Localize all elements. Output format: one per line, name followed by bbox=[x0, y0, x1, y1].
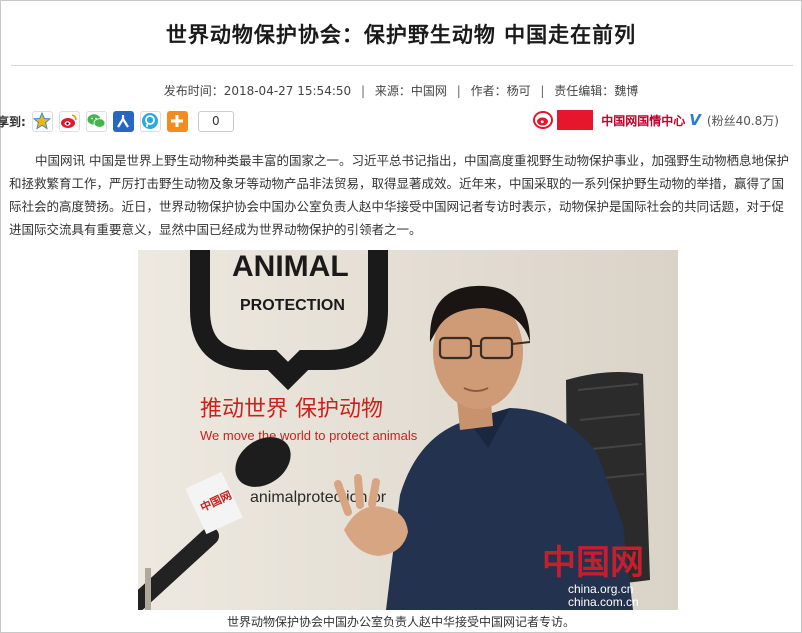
weibo-account-name[interactable]: 中国网国情中心 bbox=[601, 112, 685, 129]
weibo-logo-icon bbox=[533, 111, 554, 129]
weibo-icon[interactable] bbox=[58, 110, 80, 132]
meta-separator: | bbox=[540, 84, 545, 98]
slogan-english: We move the world to protect animals bbox=[200, 428, 418, 443]
renren-icon[interactable] bbox=[112, 110, 134, 132]
editor: 责任编辑：魏博 bbox=[554, 84, 639, 98]
weibo-follow-widget: +关注 中国网国情中心 V (粉丝40.8万) bbox=[533, 110, 779, 130]
author: 作者：杨可 bbox=[470, 84, 531, 98]
share-count: 0 bbox=[197, 110, 234, 132]
watermark-url: china.org.cn bbox=[568, 582, 633, 596]
meta-separator: | bbox=[360, 84, 366, 98]
share-bar: 享到: 0 bbox=[0, 109, 234, 133]
title-divider bbox=[11, 65, 793, 66]
meta-separator: | bbox=[456, 84, 461, 98]
article-meta: 发布时间：2018-04-27 15:54:50 | 来源：中国网 | 作者：杨… bbox=[1, 82, 801, 99]
banner-website: animalprotection.or bbox=[250, 489, 387, 506]
article-body: 中国网讯 中国是世界上野生动物种类最丰富的国家之一。习近平总书记指出，中国高度重… bbox=[9, 153, 789, 237]
fans-count: (粉丝40.8万) bbox=[706, 113, 779, 128]
photo-caption: 世界动物保护协会中国办公室负责人赵中华接受中国网记者专访。 bbox=[226, 615, 575, 629]
source: 来源：中国网 bbox=[374, 84, 447, 98]
tencent-icon[interactable] bbox=[139, 110, 161, 132]
slogan-chinese: 推动世界 保护动物 bbox=[200, 397, 383, 422]
watermark-url-2: china.com.cn bbox=[568, 595, 639, 609]
article-photo: ANIMAL PROTECTION 推动世界 保护动物 We move the … bbox=[138, 250, 678, 610]
verified-icon: V bbox=[689, 111, 701, 129]
follow-button[interactable]: +关注 bbox=[557, 110, 594, 130]
watermark-logo: 中国网 bbox=[542, 543, 644, 583]
article-title: 世界动物保护协会：保护野生动物 中国走在前列 bbox=[165, 23, 637, 47]
share-label: 享到: bbox=[0, 114, 26, 129]
qzone-icon[interactable] bbox=[31, 110, 53, 132]
publish-time: 发布时间：2018-04-27 15:54:50 bbox=[163, 84, 352, 98]
interview-photo-illustration: ANIMAL PROTECTION 推动世界 保护动物 We move the … bbox=[138, 250, 678, 610]
more-icon[interactable] bbox=[166, 110, 188, 132]
wechat-icon[interactable] bbox=[85, 110, 107, 132]
banner-protection-text: PROTECTION bbox=[240, 297, 345, 314]
banner-animal-text: ANIMAL bbox=[232, 250, 349, 283]
